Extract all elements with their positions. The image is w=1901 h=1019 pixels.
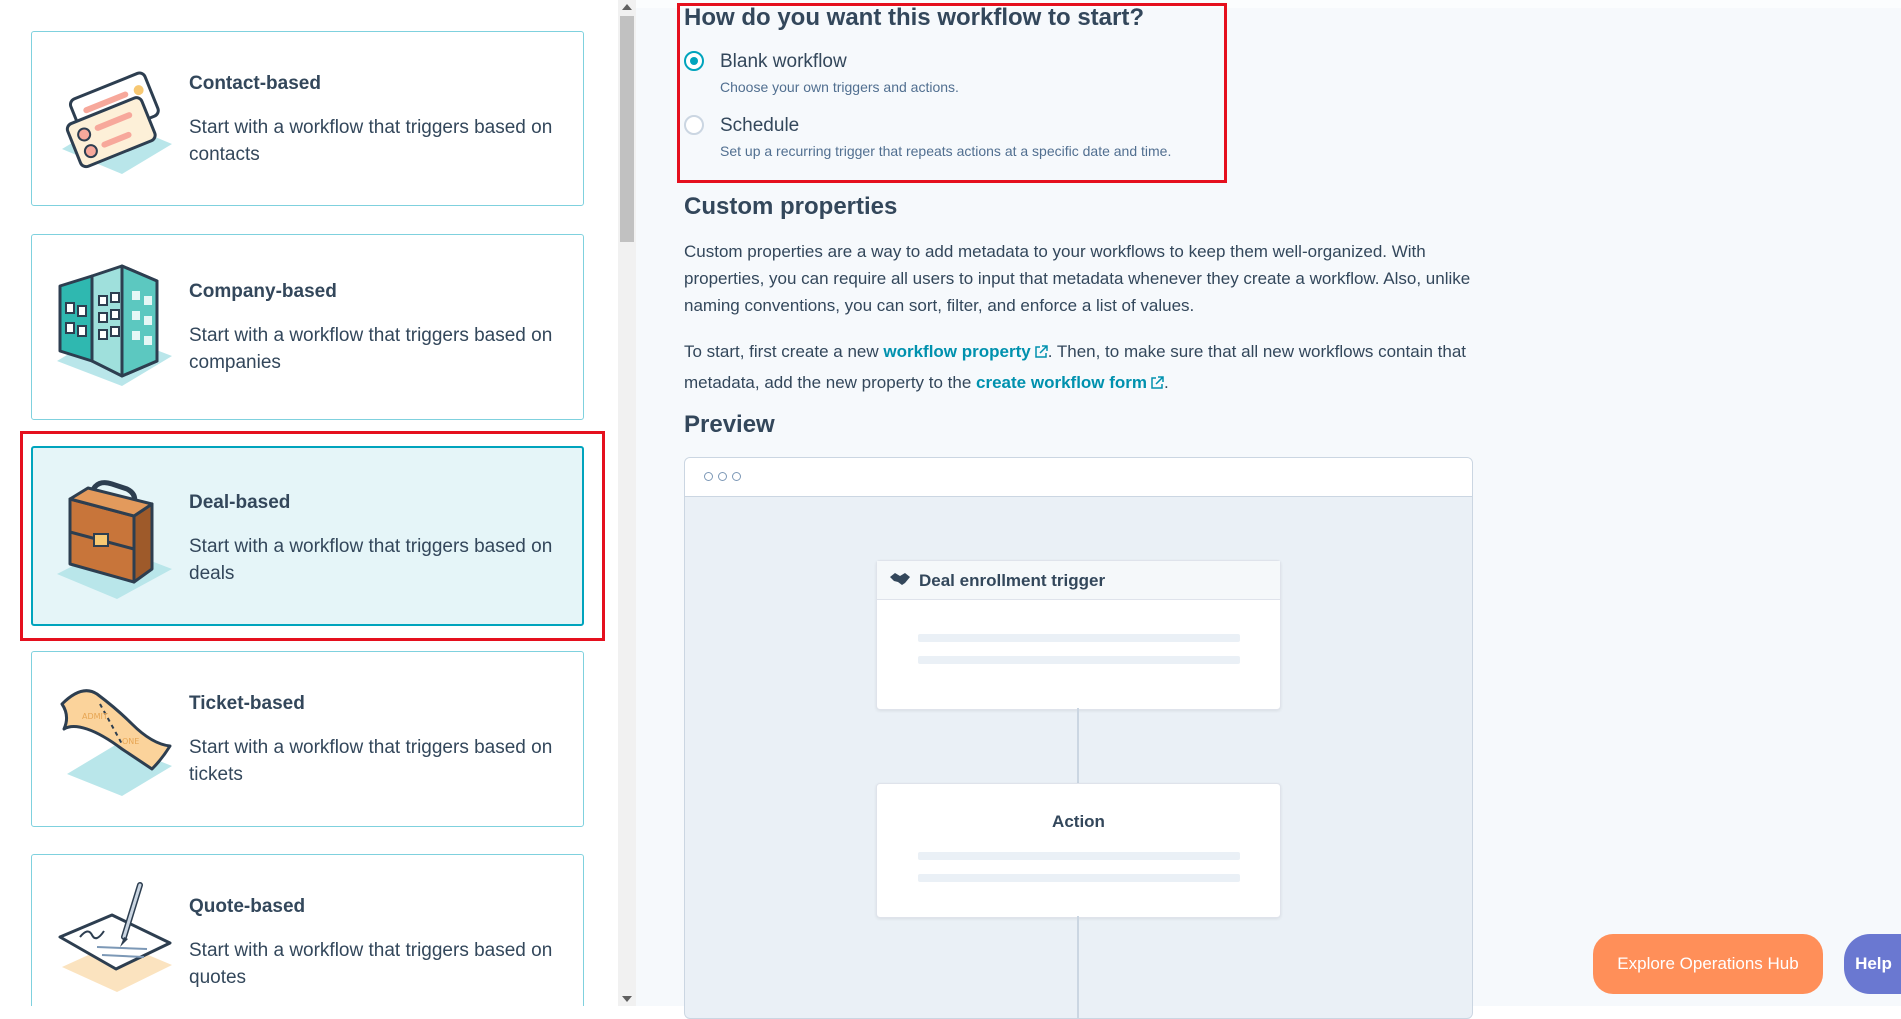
help-button[interactable]: Help bbox=[1844, 934, 1901, 994]
create-workflow-form-link[interactable]: create workflow form bbox=[976, 373, 1147, 392]
placeholder-line bbox=[918, 874, 1240, 882]
instructions-text-start: To start, first create a new bbox=[684, 342, 884, 361]
card-description: Start with a workflow that triggers base… bbox=[189, 940, 553, 988]
scroll-up-arrow-icon[interactable] bbox=[622, 4, 632, 10]
instructions-text-end: . bbox=[1164, 373, 1169, 392]
contact-cards-icon bbox=[52, 54, 182, 184]
placeholder-line bbox=[918, 656, 1240, 664]
radio-blank-workflow[interactable] bbox=[684, 51, 704, 71]
card-description: Start with a workflow that triggers base… bbox=[189, 117, 553, 165]
custom-properties-description: Custom properties are a way to add metad… bbox=[684, 242, 1471, 315]
start-question-title: How do you want this workflow to start? bbox=[684, 4, 1144, 31]
briefcase-icon bbox=[52, 474, 182, 604]
card-description: Start with a workflow that triggers base… bbox=[189, 536, 553, 584]
external-link-icon bbox=[1150, 370, 1164, 399]
custom-properties-instructions: To start, first create a new workflow pr… bbox=[684, 337, 1484, 399]
card-title: Contact-based bbox=[189, 73, 321, 94]
option-help-blank-workflow: Choose your own triggers and actions. bbox=[720, 79, 959, 95]
radio-schedule[interactable] bbox=[684, 115, 704, 135]
custom-properties-title: Custom properties bbox=[684, 193, 898, 220]
card-title: Ticket-based bbox=[189, 693, 305, 714]
workflow-details-panel: How do you want this workflow to start? … bbox=[636, 0, 1901, 1019]
workflow-preview: Deal enrollment trigger Action bbox=[684, 457, 1473, 1019]
card-description: Start with a workflow that triggers base… bbox=[189, 737, 553, 785]
left-panel-scrollbar[interactable] bbox=[618, 0, 636, 1006]
trigger-node-header: Deal enrollment trigger bbox=[877, 561, 1280, 600]
card-deal-based[interactable]: Deal-based Start with a workflow that tr… bbox=[31, 446, 584, 626]
card-contact-based[interactable]: Contact-based Start with a workflow that… bbox=[31, 31, 584, 206]
card-title: Deal-based bbox=[189, 492, 291, 513]
explore-operations-hub-button[interactable]: Explore Operations Hub bbox=[1593, 934, 1823, 994]
signature-document-icon bbox=[52, 877, 182, 1006]
card-title: Company-based bbox=[189, 281, 337, 302]
preview-title: Preview bbox=[684, 411, 775, 438]
card-title: Quote-based bbox=[189, 896, 306, 917]
preview-window-bar bbox=[685, 458, 1472, 497]
option-help-schedule: Set up a recurring trigger that repeats … bbox=[720, 143, 1172, 159]
card-description: Start with a workflow that triggers base… bbox=[189, 325, 553, 373]
placeholder-line bbox=[918, 852, 1240, 860]
svg-text:ONE: ONE bbox=[122, 737, 139, 746]
window-dot-icon bbox=[718, 472, 727, 481]
node-connector bbox=[1077, 708, 1079, 783]
card-quote-based[interactable]: Quote-based Start with a workflow that t… bbox=[31, 854, 584, 1006]
option-label-blank-workflow[interactable]: Blank workflow bbox=[720, 51, 847, 73]
option-label-schedule[interactable]: Schedule bbox=[720, 115, 799, 137]
card-ticket-based[interactable]: ADMIT ONE Ticket-based Start with a work… bbox=[31, 651, 584, 827]
action-node-label: Action bbox=[1052, 812, 1105, 831]
node-connector bbox=[1077, 916, 1079, 1018]
scroll-down-arrow-icon[interactable] bbox=[622, 996, 632, 1002]
object-type-list: Contact-based Start with a workflow that… bbox=[0, 0, 618, 1006]
trigger-node-label: Deal enrollment trigger bbox=[919, 571, 1106, 590]
workflow-property-link[interactable]: workflow property bbox=[883, 342, 1030, 361]
placeholder-line bbox=[918, 634, 1240, 642]
trigger-node: Deal enrollment trigger bbox=[876, 560, 1281, 710]
external-link-icon bbox=[1034, 339, 1048, 368]
card-company-based[interactable]: Company-based Start with a workflow that… bbox=[31, 234, 584, 420]
ticket-icon: ADMIT ONE bbox=[52, 674, 182, 804]
window-dot-icon bbox=[732, 472, 741, 481]
handshake-icon bbox=[889, 571, 911, 592]
building-icon bbox=[52, 261, 182, 391]
svg-text:ADMIT: ADMIT bbox=[82, 712, 108, 721]
action-node: Action bbox=[876, 783, 1281, 918]
scroll-thumb[interactable] bbox=[620, 16, 634, 242]
window-dot-icon bbox=[704, 472, 713, 481]
